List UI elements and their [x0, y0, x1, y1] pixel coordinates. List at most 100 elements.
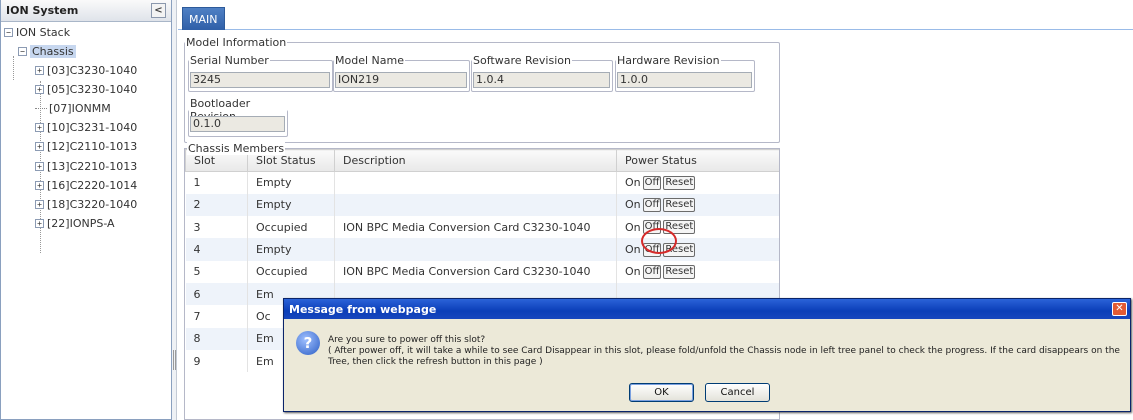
- table-row[interactable]: 5 Occupied ION BPC Media Conversion Card C…: [185, 260, 779, 283]
- power-on-label: On: [625, 265, 641, 279]
- tree-node-slot[interactable]: + [12]C2110-1013: [35, 139, 137, 155]
- cancel-button[interactable]: Cancel: [705, 383, 770, 402]
- reset-button[interactable]: Reset: [663, 242, 696, 257]
- group-legend: Chassis Members: [187, 142, 286, 155]
- tree-node-slot[interactable]: + [18]C3220-1040: [35, 196, 137, 212]
- expand-toggle-icon[interactable]: +: [35, 84, 44, 94]
- description-cell: [334, 238, 617, 261]
- tree-node-slot[interactable]: + [16]C2220-1014: [35, 177, 137, 193]
- close-icon[interactable]: ✕: [1112, 302, 1127, 316]
- power-status-cell: On Off Reset: [616, 238, 779, 261]
- serial-number-field[interactable]: 3245: [190, 72, 330, 88]
- tree-node-slot[interactable]: + [05]C3230-1040: [35, 81, 137, 97]
- tree-node-slot[interactable]: + [13]C2210-1013: [35, 158, 137, 174]
- software-revision-field[interactable]: 1.0.4: [473, 72, 610, 88]
- description-cell: ION BPC Media Conversion Card C3230-1040: [334, 260, 617, 283]
- power-status-cell: On Off Reset: [616, 171, 779, 194]
- slot-cell: 6: [185, 282, 248, 306]
- reset-button[interactable]: Reset: [663, 197, 696, 212]
- tree-node-label: Chassis: [30, 44, 76, 58]
- expand-toggle-icon[interactable]: +: [35, 161, 44, 171]
- tree-node-label: ION Stack: [16, 25, 71, 39]
- slot-status-cell: Empty: [247, 238, 335, 261]
- tree-node-slot[interactable]: + [10]C3231-1040: [35, 120, 137, 136]
- expand-toggle-icon[interactable]: +: [35, 142, 44, 152]
- group-legend: Model Information: [186, 36, 287, 49]
- slot-cell: 1: [185, 171, 248, 194]
- field-label: Hardware Revision: [617, 54, 720, 67]
- slot-cell: 8: [185, 327, 248, 350]
- field-label: Software Revision: [473, 54, 571, 67]
- bootloader-revision-field[interactable]: 0.1.0: [190, 116, 285, 132]
- power-off-button[interactable]: Off: [642, 264, 662, 279]
- expand-toggle-icon[interactable]: +: [35, 199, 44, 209]
- tree-node-slot[interactable]: + [22]IONPS-A: [35, 216, 115, 232]
- power-off-button[interactable]: Off: [642, 197, 662, 212]
- tree-node-label: [16]C2220-1014: [47, 178, 138, 192]
- reset-button[interactable]: Reset: [663, 220, 696, 235]
- sidebar-title: ION System: [6, 4, 79, 17]
- collapse-sidebar-button[interactable]: <: [151, 3, 166, 18]
- expand-toggle-icon[interactable]: +: [35, 65, 44, 75]
- power-off-button[interactable]: Off: [642, 220, 662, 235]
- dialog-message-detail: ( After power off, it will take a while …: [328, 346, 1120, 367]
- field-label: Serial Number: [190, 54, 269, 67]
- tree-node-label: [12]C2110-1013: [47, 140, 138, 154]
- tree-connector: [13, 56, 14, 80]
- dialog-title-bar[interactable]: Message from webpage: [284, 299, 1130, 319]
- column-header-power-status[interactable]: Power Status: [616, 149, 779, 172]
- collapse-toggle-icon[interactable]: −: [4, 27, 13, 37]
- sidebar-header: ION System <: [1, 0, 171, 22]
- power-off-button[interactable]: Off: [642, 175, 662, 190]
- dialog-title: Message from webpage: [289, 302, 437, 316]
- description-cell: [334, 171, 617, 194]
- dialog-message: Are you sure to power off this slot? ( A…: [328, 335, 1123, 368]
- tree-node-label: [18]C3220-1040: [47, 197, 138, 211]
- reset-button[interactable]: Reset: [663, 264, 696, 279]
- tree-node-ion-stack[interactable]: − ION Stack: [4, 24, 70, 40]
- description-cell: ION BPC Media Conversion Card C3230-1040: [334, 216, 617, 239]
- slot-status-cell: Empty: [247, 193, 335, 217]
- power-on-label: On: [625, 198, 641, 212]
- tree-node-label: [22]IONPS-A: [47, 217, 115, 231]
- confirm-dialog: Message from webpage ✕ ? Are you sure to…: [283, 298, 1131, 412]
- collapse-toggle-icon[interactable]: −: [18, 46, 27, 56]
- table-row[interactable]: 1 Empty On Off Reset: [185, 171, 779, 194]
- field-label: Model Name: [335, 54, 404, 67]
- reset-button[interactable]: Reset: [663, 175, 696, 190]
- ok-button[interactable]: OK: [629, 383, 694, 402]
- column-header-description[interactable]: Description: [334, 149, 617, 172]
- splitter-grip[interactable]: [173, 350, 176, 370]
- slot-status-cell: Occupied: [247, 260, 335, 283]
- tree-node-label: [07]IONMM: [49, 101, 111, 115]
- table-row[interactable]: 4 Empty On Off Reset: [185, 238, 779, 261]
- tab-main[interactable]: MAIN: [182, 7, 225, 30]
- tree-node-chassis[interactable]: − Chassis: [18, 43, 76, 59]
- tree-node-label: [13]C2210-1013: [47, 159, 138, 173]
- slot-cell: 2: [185, 193, 248, 217]
- tab-bar: MAIN: [178, 0, 1133, 30]
- expand-toggle-icon[interactable]: +: [35, 219, 44, 229]
- dialog-message-line: Are you sure to power off this slot?: [328, 335, 486, 345]
- tree-node-slot[interactable]: + [03]C3230-1040: [35, 62, 137, 78]
- tree-node-label: [05]C3230-1040: [47, 82, 138, 96]
- tree-node-slot[interactable]: [07]IONMM: [35, 100, 111, 116]
- power-off-button[interactable]: Off: [642, 242, 662, 257]
- slot-cell: 4: [185, 238, 248, 261]
- table-row[interactable]: 2 Empty On Off Reset: [185, 193, 779, 217]
- table-row[interactable]: 3 Occupied ION BPC Media Conversion Card C…: [185, 216, 779, 239]
- slot-cell: 5: [185, 260, 248, 283]
- tree-connector: [35, 107, 47, 109]
- device-tree: − ION Stack − Chassis + [03]C3230-1040 + [0…: [1, 22, 171, 253]
- slot-cell: 3: [185, 216, 248, 239]
- navigation-sidebar: ION System < − ION Stack − Chassis + [03]…: [0, 0, 172, 420]
- description-cell: [334, 193, 617, 217]
- power-on-label: On: [625, 243, 641, 257]
- tree-node-label: [03]C3230-1040: [47, 63, 138, 77]
- hardware-revision-field[interactable]: 1.0.0: [617, 72, 752, 88]
- expand-toggle-icon[interactable]: +: [35, 123, 44, 133]
- expand-toggle-icon[interactable]: +: [35, 180, 44, 190]
- power-on-label: On: [625, 220, 641, 234]
- model-name-field[interactable]: ION219: [335, 72, 467, 88]
- slot-status-cell: Occupied: [247, 216, 335, 239]
